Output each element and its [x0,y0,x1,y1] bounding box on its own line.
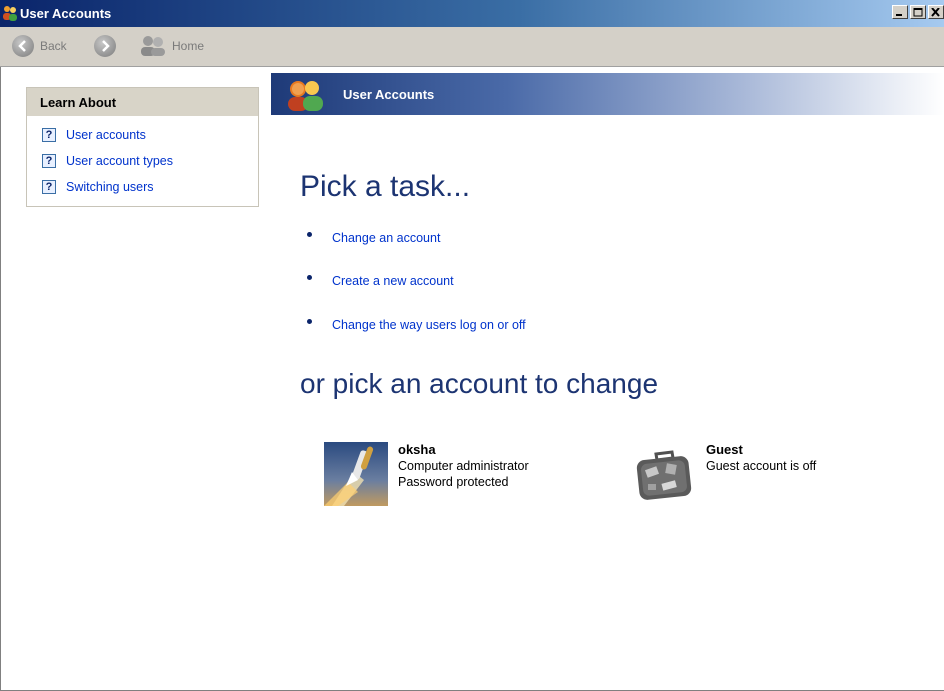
help-icon: ? [42,154,56,168]
task-create-account[interactable]: Create a new account [307,272,454,290]
banner-title: User Accounts [343,87,435,102]
home-label: Home [172,39,205,53]
account-oksha[interactable]: oksha Computer administrator Password pr… [324,442,529,506]
task-label: Create a new account [332,274,454,288]
learn-about-header: Learn About [27,88,258,116]
suitcase-picture [632,442,696,506]
account-status: Password protected [398,475,509,489]
account-status: Guest account is off [706,459,817,473]
task-change-logon[interactable]: Change the way users log on or off [307,316,526,334]
learn-item-label: User accounts [66,128,146,142]
account-details: oksha Computer administrator Password pr… [398,442,529,506]
account-name: oksha [398,442,436,457]
pick-task-heading: Pick a task... [300,170,471,203]
account-type: Computer administrator [398,459,529,473]
toolbar: Back Home [0,27,944,67]
back-button[interactable]: Back [12,34,67,58]
pick-account-heading: or pick an account to change [300,368,659,399]
window-title: User Accounts [20,6,112,21]
maximize-button[interactable] [910,5,926,19]
learn-item-user-accounts[interactable]: ? User accounts [42,126,146,144]
main-pane: User Accounts Pick a task... Change an a… [271,67,944,691]
learn-item-label: User account types [66,154,173,168]
account-name: Guest [706,442,743,457]
bullet-icon [307,231,312,237]
task-change-account[interactable]: Change an account [307,229,440,247]
banner: User Accounts [271,73,944,115]
back-arrow-icon [12,35,34,57]
help-icon: ? [42,128,56,142]
forward-arrow-icon [94,35,116,57]
close-button[interactable] [928,5,944,19]
left-pane: Learn About ? User accounts ? User accou… [0,67,271,691]
home-users-icon [141,36,165,56]
task-label: Change an account [332,231,441,245]
bullet-icon [307,318,312,324]
learn-item-account-types[interactable]: ? User account types [42,152,173,170]
user-accounts-icon [288,81,323,111]
account-details: Guest Guest account is off [706,442,816,506]
home-button[interactable]: Home [140,34,204,58]
account-guest[interactable]: Guest Guest account is off [632,442,816,506]
task-label: Change the way users log on or off [332,318,526,332]
bullet-icon [307,274,312,280]
learn-item-label: Switching users [66,180,154,194]
space-shuttle-picture [324,442,388,506]
back-label: Back [40,39,67,53]
close-icon [931,8,940,17]
users-icon [3,6,17,21]
help-icon: ? [42,180,56,194]
forward-button[interactable] [94,34,116,58]
title-bar: User Accounts [0,0,944,27]
minimize-button[interactable] [892,5,908,19]
learn-item-switching-users[interactable]: ? Switching users [42,178,154,196]
maximize-icon [913,8,923,17]
learn-about-panel: Learn About ? User accounts ? User accou… [26,87,259,207]
minimize-icon [896,14,902,16]
